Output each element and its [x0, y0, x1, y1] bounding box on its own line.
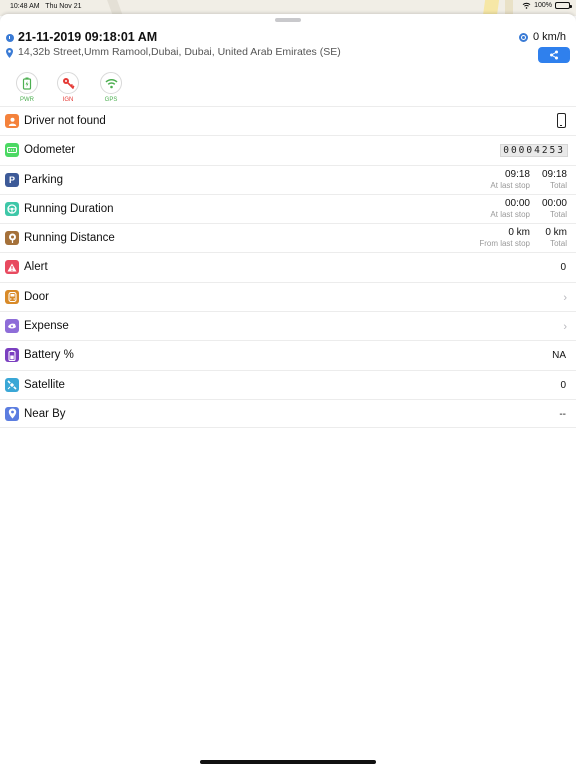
list-row-parking[interactable]: P Parking 09:18 At last stop 09:18 Total — [0, 164, 576, 194]
status-gps-label: GPS — [104, 97, 118, 103]
speed-text: 0 km/h — [532, 31, 566, 43]
alert-icon — [5, 260, 19, 275]
list-row-driver[interactable]: Driver not found — [0, 106, 576, 135]
satellite-value: 0 — [560, 379, 566, 391]
parking-total-value: 09:18 — [541, 168, 567, 180]
chevron-right-icon: › — [563, 321, 567, 334]
header-row: 21-11-2019 09:18:01 AM 0 km/h — [6, 30, 572, 46]
status-right: 100% — [522, 2, 572, 9]
parking-last-stop-caption: At last stop — [490, 180, 530, 190]
odometer-value: 00004253 — [500, 144, 568, 158]
distance-last-stop: 0 km From last stop — [479, 227, 530, 249]
distance-total-value: 0 km — [545, 227, 567, 239]
list-row-door[interactable]: Door › — [0, 281, 576, 311]
satellite-icon — [5, 377, 19, 392]
duration-last-stop-value: 00:00 — [504, 197, 530, 209]
list-row-odometer[interactable]: Odometer 00004253 — [0, 135, 576, 164]
nearby-value: -- — [559, 408, 566, 420]
parking-total: 09:18 Total — [542, 169, 567, 191]
location-icon — [5, 406, 19, 421]
alert-label: Alert — [24, 261, 48, 274]
list-row-satellite[interactable]: Satellite 0 — [0, 369, 576, 399]
nearby-label: Near By — [24, 407, 66, 420]
alert-value: 0 — [560, 262, 566, 274]
home-indicator[interactable] — [200, 760, 376, 764]
duration-total: 00:00 Total — [542, 198, 567, 220]
sheet-grabber[interactable] — [275, 18, 301, 22]
list-row-battery[interactable]: Battery % NA — [0, 340, 576, 369]
duration-total-value: 00:00 — [541, 197, 567, 209]
odometer-label: Odometer — [24, 144, 76, 157]
vehicle-detail-sheet: 21-11-2019 09:18:01 AM 0 km/h 14,32b Str… — [0, 14, 576, 768]
battery-percent: 100% — [534, 2, 552, 9]
wifi-signal-icon — [100, 72, 122, 94]
vehicle-info-list: Driver not found Odometer 00004253 P Par… — [0, 106, 576, 429]
door-icon — [5, 289, 19, 304]
chevron-right-icon: › — [563, 291, 567, 304]
door-label: Door — [24, 290, 49, 303]
device-status-icons: PWR IGN GPS — [14, 72, 154, 106]
battery-label: Battery % — [24, 349, 74, 362]
duration-last-stop: 00:00 At last stop — [490, 198, 530, 220]
parking-last-stop-value: 09:18 — [504, 168, 530, 180]
parking-icon: P — [5, 172, 19, 187]
list-row-running-distance[interactable]: Running Distance 0 km From last stop 0 k… — [0, 223, 576, 252]
status-time-text: 10:48 AM — [10, 3, 40, 10]
list-row-expense[interactable]: Expense › — [0, 311, 576, 340]
distance-total-caption: Total — [550, 239, 567, 249]
driver-icon — [5, 114, 19, 128]
distance-last-stop-value: 0 km — [508, 227, 530, 239]
parking-label: Parking — [24, 173, 63, 186]
status-gps[interactable]: GPS — [98, 72, 124, 103]
share-icon — [550, 50, 558, 60]
speedometer-icon — [518, 32, 528, 42]
battery-icon — [555, 2, 572, 9]
status-time: 10:48 AM Thu Nov 21 — [10, 3, 81, 10]
share-button[interactable] — [538, 47, 570, 63]
duration-last-stop-caption: At last stop — [490, 209, 530, 219]
phone-icon[interactable] — [557, 113, 566, 128]
duration-total-caption: Total — [550, 209, 567, 219]
address-text: 14,32b Street,Umm Ramool,Dubai, Dubai, U… — [18, 46, 341, 58]
status-pwr-label: PWR — [20, 97, 34, 103]
speed-display: 0 km/h — [518, 31, 566, 43]
status-bar: 10:48 AM Thu Nov 21 100% — [0, 0, 576, 14]
list-row-nearby[interactable]: Near By -- — [0, 398, 576, 429]
key-icon — [57, 72, 79, 94]
satellite-label: Satellite — [24, 378, 65, 391]
list-row-alert[interactable]: Alert 0 — [0, 252, 576, 281]
driver-label: Driver not found — [24, 115, 106, 127]
status-date-text: Thu Nov 21 — [45, 3, 82, 10]
battery-icon — [5, 348, 19, 363]
parking-total-caption: Total — [550, 180, 567, 190]
pin-icon — [6, 48, 13, 58]
status-ign-label: IGN — [62, 97, 74, 103]
running-duration-label: Running Duration — [24, 202, 114, 215]
status-ign[interactable]: IGN — [55, 72, 81, 103]
battery-value: NA — [552, 350, 566, 362]
parking-last-stop: 09:18 At last stop — [490, 169, 530, 191]
distance-icon — [5, 231, 19, 246]
address-row: 14,32b Street,Umm Ramool,Dubai, Dubai, U… — [6, 46, 526, 60]
battery-icon — [16, 72, 38, 94]
odometer-icon — [5, 143, 19, 158]
expense-icon — [5, 319, 19, 334]
wifi-icon — [522, 2, 531, 9]
list-row-running-duration[interactable]: Running Duration 00:00 At last stop 00:0… — [0, 193, 576, 223]
running-distance-label: Running Distance — [24, 232, 115, 245]
datetime-text: 21-11-2019 09:18:01 AM — [18, 30, 158, 44]
steering-icon — [5, 201, 19, 216]
expense-label: Expense — [24, 320, 69, 333]
distance-total: 0 km Total — [545, 227, 567, 249]
status-pwr[interactable]: PWR — [14, 72, 40, 103]
clock-icon — [6, 34, 14, 42]
distance-last-stop-caption: From last stop — [479, 239, 530, 249]
